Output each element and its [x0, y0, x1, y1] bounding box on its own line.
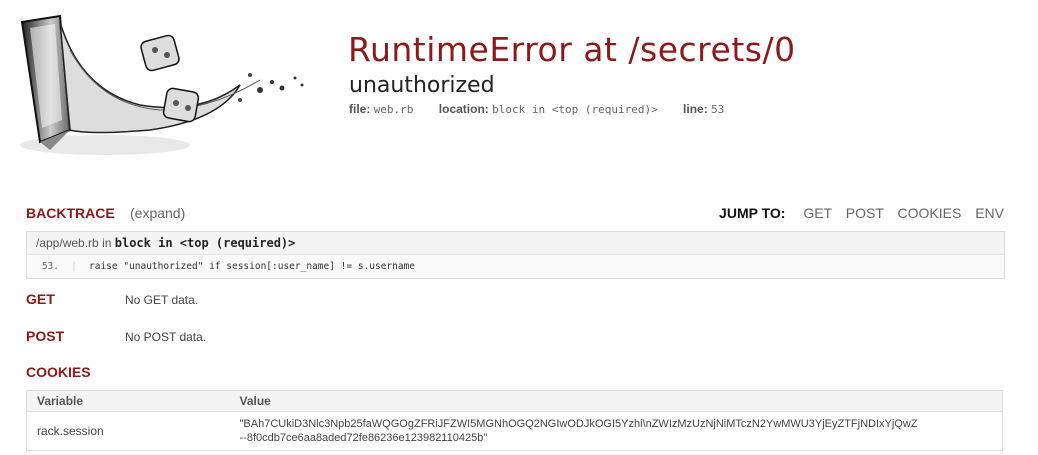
sinatra-glass-logo	[20, 14, 304, 155]
code-line-number: 53.	[41, 261, 59, 272]
error-title: RuntimeError at /secrets/0	[348, 30, 796, 69]
get-note: No GET data.	[125, 293, 199, 307]
cookie-value: "BAh7CUkiD3Nlc3Npb25faWQGOgZFRiJFZWI5MGN…	[233, 412, 1003, 451]
expand-link[interactable]: (expand)	[130, 205, 185, 221]
line-label: line:	[683, 102, 708, 116]
location-label: location:	[438, 102, 489, 116]
cookies-title: COOKIES	[26, 364, 91, 380]
location-value: block in <top (required)>	[492, 103, 658, 116]
jump-link-post[interactable]: POST	[846, 205, 884, 221]
frame-method: block in <top (required)>	[114, 236, 296, 250]
jump-link-get[interactable]: GET	[803, 205, 832, 221]
post-note: No POST data.	[125, 330, 207, 344]
error-message: unauthorized	[349, 73, 495, 98]
code-line-text: raise "unauthorized" if session[:user_na…	[89, 261, 416, 272]
jump-link-env[interactable]: ENV	[975, 205, 1004, 221]
file-label: file:	[349, 102, 371, 116]
frame-in: in	[102, 236, 112, 250]
table-header-row: Variable Value	[26, 390, 1003, 412]
jump-link-cookies[interactable]: COOKIES	[898, 205, 962, 221]
jump-to-label: JUMP TO:	[719, 205, 786, 221]
cookie-variable: rack.session	[37, 424, 104, 438]
post-title: POST	[26, 328, 65, 344]
backtrace-frame: /app/web.rb in block in <top (required)>…	[26, 231, 1005, 279]
cookie-value-line-1: "BAh7CUkiD3Nlc3Npb25faWQGOgZFRiJFZWI5MGN…	[239, 418, 918, 430]
table-row: rack.session "BAh7CUkiD3Nlc3Npb25faWQGOg…	[27, 412, 1003, 451]
code-line: 53. | raise "unauthorized" if session[:use…	[27, 255, 1004, 278]
get-title: GET	[26, 291, 55, 307]
jump-to-nav: JUMP TO: GET POST COOKIES ENV	[719, 205, 1004, 221]
line-value: 53	[711, 103, 725, 116]
error-location-meta: file: web.rb location: block in <top (re…	[349, 102, 746, 116]
frame-file: /app/web.rb	[36, 236, 99, 250]
ice-cube-1	[140, 34, 180, 72]
backtrace-title: BACKTRACE	[26, 205, 115, 221]
column-header-variable: Variable	[26, 390, 233, 412]
file-value: web.rb	[373, 103, 414, 116]
cookie-value-line-2: --8f0cdb7ce6aa8aded72fe86236e12398211042…	[239, 432, 488, 444]
column-header-value: Value	[232, 390, 1003, 412]
backtrace-header: BACKTRACE (expand) JUMP TO: GET POST COO…	[26, 205, 1004, 225]
frame-header[interactable]: /app/web.rb in block in <top (required)>	[27, 232, 1004, 255]
ice-cube-2	[162, 87, 200, 123]
cookies-table: Variable Value rack.session "BAh7CUkiD3N…	[26, 390, 1003, 451]
